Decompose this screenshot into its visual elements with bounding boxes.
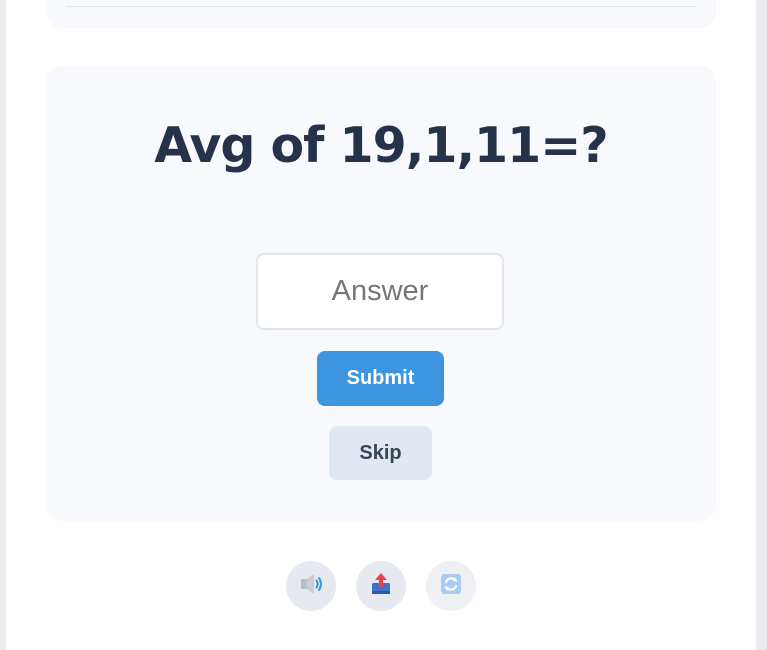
quiz-card: Avg of 19,1,11=? Submit Skip xyxy=(46,66,716,521)
refresh-button[interactable] xyxy=(426,561,476,611)
divider xyxy=(66,6,696,7)
answer-input[interactable] xyxy=(256,253,504,330)
question-text: Avg of 19,1,11=? xyxy=(154,117,608,174)
sound-button[interactable] xyxy=(286,561,336,611)
refresh-icon xyxy=(438,571,464,602)
skip-button[interactable]: Skip xyxy=(329,426,432,480)
speaker-icon xyxy=(297,570,325,603)
share-button[interactable] xyxy=(356,561,406,611)
page: Avg of 19,1,11=? Submit Skip xyxy=(6,0,756,650)
share-upload-icon xyxy=(367,570,395,603)
previous-card xyxy=(46,0,716,28)
submit-button[interactable]: Submit xyxy=(317,351,444,406)
